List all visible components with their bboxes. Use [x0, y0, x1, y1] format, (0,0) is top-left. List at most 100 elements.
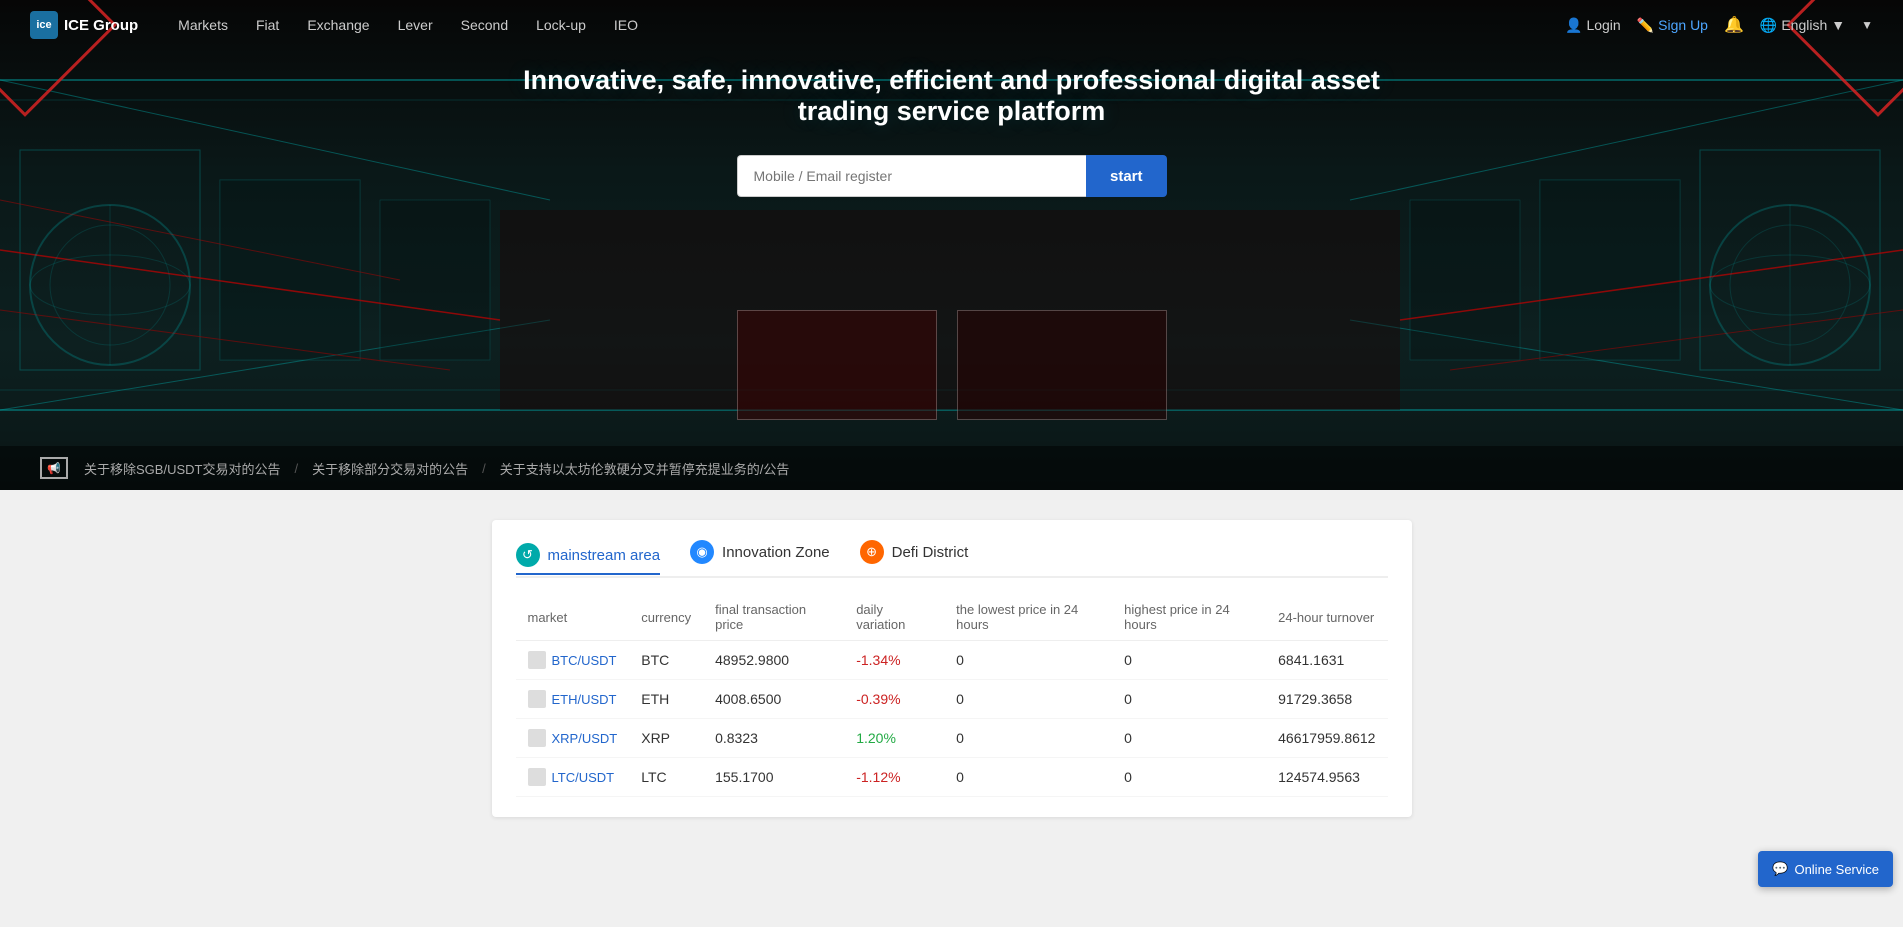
pair-name: XRP/USDT [552, 731, 618, 746]
table-row[interactable]: XRP/USDT XRP 0.8323 1.20% 0 0 46617959.8… [516, 719, 1388, 758]
cell-currency: BTC [629, 641, 703, 680]
login-link[interactable]: 👤 Login [1565, 17, 1621, 34]
nav-ieo[interactable]: IEO [614, 17, 638, 33]
cell-currency: ETH [629, 680, 703, 719]
globe-icon: 🌐 [1760, 17, 1777, 34]
tab-defi-icon: ⊕ [860, 540, 884, 564]
market-table: market currency final transaction price … [516, 594, 1388, 797]
ann-item-3[interactable]: 关于支持以太坊伦敦硬分叉并暂停充提业务的/公告 [500, 459, 790, 478]
nav-fiat[interactable]: Fiat [256, 17, 279, 33]
tab-mainstream-label: mainstream area [548, 547, 661, 564]
cell-low24: 0 [944, 641, 1112, 680]
announcement-items: 关于移除SGB/USDT交易对的公告 / 关于移除部分交易对的公告 / 关于支持… [84, 459, 1863, 478]
hero-section: Innovative, safe, innovative, efficient … [0, 0, 1903, 490]
pair-icon [528, 729, 546, 747]
register-form: start [737, 155, 1167, 197]
tab-defi-label: Defi District [892, 544, 969, 561]
tab-defi[interactable]: ⊕ Defi District [860, 540, 969, 564]
ann-item-1[interactable]: 关于移除SGB/USDT交易对的公告 [84, 459, 280, 478]
cell-turnover: 91729.3658 [1266, 680, 1387, 719]
pair-name: LTC/USDT [552, 770, 615, 785]
cell-price: 0.8323 [703, 719, 844, 758]
hero-image-2 [957, 310, 1167, 420]
cell-price: 4008.6500 [703, 680, 844, 719]
market-card: ↺ mainstream area ◉ Innovation Zone ⊕ De… [492, 520, 1412, 817]
cell-change: -0.39% [844, 680, 944, 719]
cell-high24: 0 [1112, 680, 1266, 719]
cell-turnover: 6841.1631 [1266, 641, 1387, 680]
cell-turnover: 46617959.8612 [1266, 719, 1387, 758]
cell-change: -1.12% [844, 758, 944, 797]
pair-icon [528, 651, 546, 669]
col-turnover: 24-hour turnover [1266, 594, 1387, 641]
tab-innovation-label: Innovation Zone [722, 544, 830, 561]
cell-price: 48952.9800 [703, 641, 844, 680]
nav-lockup[interactable]: Lock-up [536, 17, 586, 33]
signup-link[interactable]: ✏️ Sign Up [1637, 17, 1708, 34]
cell-change: -1.34% [844, 641, 944, 680]
nav-markets[interactable]: Markets [178, 17, 228, 33]
dropdown-icon[interactable]: ▼ [1861, 18, 1873, 32]
announcements-bar: 📢 关于移除SGB/USDT交易对的公告 / 关于移除部分交易对的公告 / 关于… [0, 446, 1903, 490]
table-row[interactable]: BTC/USDT BTC 48952.9800 -1.34% 0 0 6841.… [516, 641, 1388, 680]
navbar-right: 👤 Login ✏️ Sign Up 🔔 🌐 English ▼ ▼ [1565, 15, 1873, 35]
col-change: daily variation [844, 594, 944, 641]
cell-pair: LTC/USDT [516, 758, 630, 797]
cell-high24: 0 [1112, 758, 1266, 797]
nav-lever[interactable]: Lever [398, 17, 433, 33]
col-price: final transaction price [703, 594, 844, 641]
register-input[interactable] [737, 155, 1086, 197]
navbar: ice ICE Group Markets Fiat Exchange Leve… [0, 0, 1903, 50]
main-content: ↺ mainstream area ◉ Innovation Zone ⊕ De… [0, 490, 1903, 847]
cell-low24: 0 [944, 680, 1112, 719]
cell-turnover: 124574.9563 [1266, 758, 1387, 797]
nav-exchange[interactable]: Exchange [307, 17, 369, 33]
navbar-nav: Markets Fiat Exchange Lever Second Lock-… [178, 17, 1565, 33]
language-selector[interactable]: 🌐 English ▼ [1760, 17, 1845, 34]
pair-name: BTC/USDT [552, 653, 617, 668]
table-row[interactable]: ETH/USDT ETH 4008.6500 -0.39% 0 0 91729.… [516, 680, 1388, 719]
chevron-down-icon: ▼ [1831, 17, 1845, 33]
table-header-row: market currency final transaction price … [516, 594, 1388, 641]
col-low24: the lowest price in 24 hours [944, 594, 1112, 641]
cell-pair: BTC/USDT [516, 641, 630, 680]
col-market: market [516, 594, 630, 641]
sound-icon[interactable]: 🔔 [1724, 15, 1744, 35]
hero-title: Innovative, safe, innovative, efficient … [502, 65, 1402, 127]
hero-images [737, 310, 1167, 420]
logo-name: ICE Group [64, 17, 138, 34]
table-row[interactable]: LTC/USDT LTC 155.1700 -1.12% 0 0 124574.… [516, 758, 1388, 797]
cell-high24: 0 [1112, 719, 1266, 758]
cell-pair: ETH/USDT [516, 680, 630, 719]
ann-sep-2: / [482, 461, 486, 476]
ann-item-2[interactable]: 关于移除部分交易对的公告 [312, 459, 468, 478]
person-icon: 👤 [1565, 17, 1582, 34]
ann-sep-1: / [294, 461, 298, 476]
market-tabs: ↺ mainstream area ◉ Innovation Zone ⊕ De… [516, 540, 1388, 578]
tab-innovation-icon: ◉ [690, 540, 714, 564]
cell-change: 1.20% [844, 719, 944, 758]
tab-mainstream-icon: ↺ [516, 543, 540, 567]
cell-high24: 0 [1112, 641, 1266, 680]
edit-icon: ✏️ [1637, 17, 1654, 34]
tab-innovation[interactable]: ◉ Innovation Zone [690, 540, 830, 564]
tab-mainstream[interactable]: ↺ mainstream area [516, 543, 661, 575]
cell-low24: 0 [944, 758, 1112, 797]
register-button[interactable]: start [1086, 155, 1167, 197]
pair-icon [528, 690, 546, 708]
cell-currency: LTC [629, 758, 703, 797]
logo-box: ice [30, 11, 58, 39]
hero-image-1 [737, 310, 937, 420]
cell-low24: 0 [944, 719, 1112, 758]
announcement-icon: 📢 [40, 457, 68, 479]
chat-icon: 💬 [1772, 861, 1788, 877]
online-service-button[interactable]: 💬 Online Service [1758, 851, 1893, 887]
online-service-label: Online Service [1794, 862, 1879, 877]
navbar-logo[interactable]: ice ICE Group [30, 11, 138, 39]
cell-price: 155.1700 [703, 758, 844, 797]
nav-second[interactable]: Second [461, 17, 508, 33]
col-high24: highest price in 24 hours [1112, 594, 1266, 641]
pair-name: ETH/USDT [552, 692, 617, 707]
col-currency: currency [629, 594, 703, 641]
cell-pair: XRP/USDT [516, 719, 630, 758]
